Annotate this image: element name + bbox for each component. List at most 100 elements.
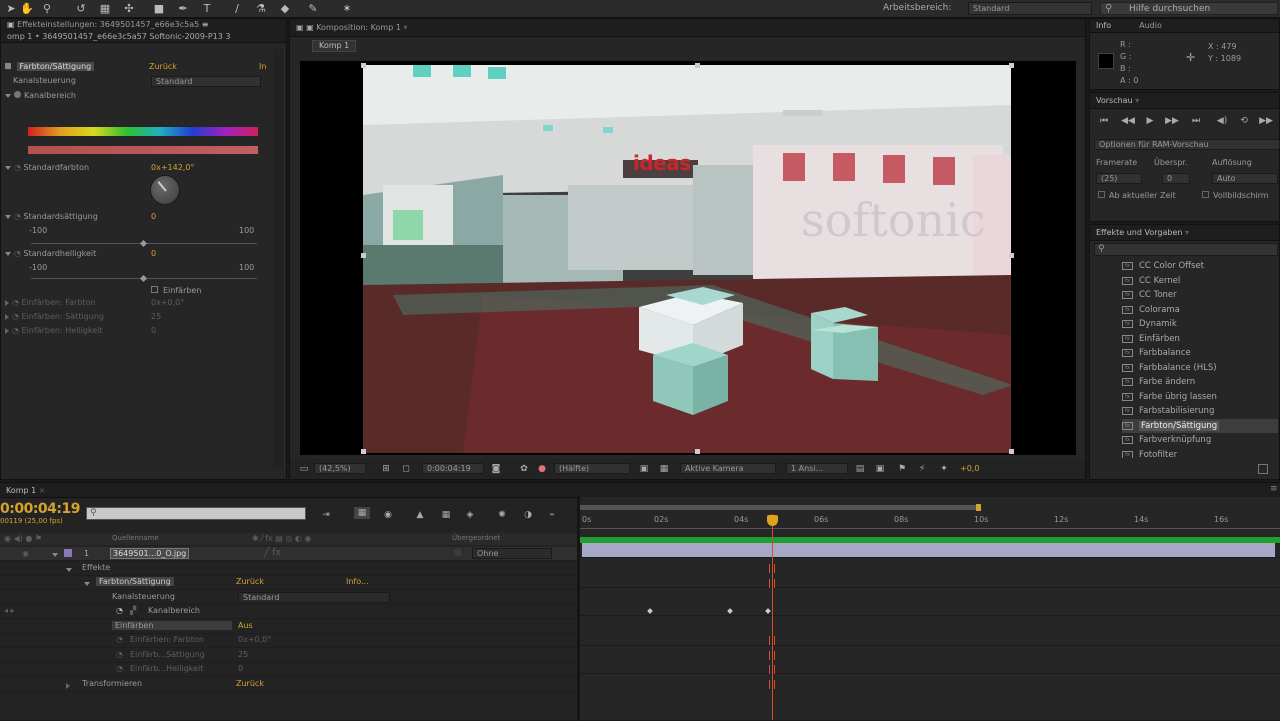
hue-dial[interactable]: [150, 175, 180, 205]
effect-item-colorama[interactable]: fx Colorama: [1122, 303, 1180, 317]
loop-icon[interactable]: ⟲: [1236, 115, 1252, 127]
timeline-effect-info[interactable]: Info...: [346, 577, 369, 586]
from-current-checkbox[interactable]: Ab aktueller Zeit: [1098, 190, 1176, 202]
effect-item-farbverknuepfung[interactable]: fx Farbverknüpfung: [1122, 433, 1211, 447]
stopwatch-icon[interactable]: ◔: [116, 650, 123, 659]
pickwhip-icon[interactable]: ◎: [454, 548, 462, 558]
exposure-value[interactable]: +0,0: [960, 464, 979, 473]
hide-shy-icon[interactable]: ▲: [412, 509, 428, 521]
timeline-tab[interactable]: Komp 1: [6, 486, 36, 495]
keyframe-nav-icon[interactable]: ◂ ▸: [4, 606, 15, 615]
workspace-dropdown[interactable]: Standard: [968, 2, 1092, 15]
effect-item-farbbalance[interactable]: fx Farbbalance: [1122, 346, 1191, 360]
layer-handle-tr[interactable]: [1009, 63, 1014, 68]
show-snapshot-icon[interactable]: ✿: [516, 463, 532, 475]
tl-colorize-value[interactable]: Aus: [238, 621, 253, 630]
layer-switch-icons[interactable]: ╱ fx: [264, 548, 281, 558]
effect-item-farbbalance-hls[interactable]: fx Farbbalance (HLS): [1122, 361, 1217, 375]
timeline-effect-reset[interactable]: Zurück: [236, 577, 264, 586]
flowchart-icon[interactable]: ⚡: [914, 463, 930, 475]
toggle-pixel-aspect-icon[interactable]: ▣: [872, 463, 888, 475]
stopwatch-icon[interactable]: ◔: [116, 606, 123, 615]
composition-tab[interactable]: ▣ ▣ Komposition: Komp 1 ▾: [290, 19, 1085, 37]
transform-row[interactable]: Transformieren Zurück: [0, 678, 577, 692]
effect-controls-scrollbar[interactable]: [273, 49, 283, 469]
layer-duration-bar[interactable]: [582, 543, 1275, 557]
colorize-checkbox-row[interactable]: Einfärben: [151, 285, 201, 297]
time-ruler[interactable]: [580, 513, 1280, 529]
puppet-tool-icon[interactable]: ✶: [340, 2, 354, 16]
effects-presets-tab[interactable]: Effekte und Vorgaben: [1096, 228, 1182, 237]
brush-tool-icon[interactable]: ∕: [230, 2, 244, 16]
layer-label-color[interactable]: [64, 549, 72, 557]
auto-keyframe-icon[interactable]: ◑: [520, 509, 536, 521]
reset-exposure-icon[interactable]: ✦: [936, 463, 952, 475]
camera-dropdown[interactable]: Aktive Kamera: [680, 463, 776, 474]
effect-item-farbton-saettigung[interactable]: fx Farbton/Sättigung: [1122, 419, 1278, 433]
comp-timecode[interactable]: 0:00:04:19: [422, 463, 484, 474]
audio-tab[interactable]: Audio: [1139, 21, 1162, 30]
master-sat-slider-handle[interactable]: [139, 239, 148, 248]
effect-item-cc-color-offset[interactable]: fx CC Color Offset: [1122, 259, 1204, 273]
master-hue-value[interactable]: 0x+142,0°: [151, 162, 194, 174]
views-dropdown[interactable]: 1 Ansi...: [786, 463, 848, 474]
timeline-menu-icon[interactable]: ≡: [1270, 484, 1280, 494]
rectangle-tool-icon[interactable]: ■: [152, 2, 166, 16]
effect-controls-tab[interactable]: ▣ Effekteinstellungen: 3649501457_e66e3c…: [7, 19, 286, 31]
work-area-end-handle[interactable]: [976, 504, 981, 511]
view-layout-icon[interactable]: ▤: [852, 463, 868, 475]
preview-tab[interactable]: Vorschau: [1096, 96, 1133, 105]
brainstorm-icon[interactable]: ✺: [494, 509, 510, 521]
fast-previews-icon[interactable]: ⚑: [894, 463, 910, 475]
next-frame-icon[interactable]: ▶▶: [1164, 115, 1180, 127]
effect-item-cc-toner[interactable]: fx CC Toner: [1122, 288, 1177, 302]
ram-preview-options[interactable]: Optionen für RAM-Vorschau: [1094, 139, 1280, 150]
colorize-tl-row[interactable]: Einfärben Aus: [0, 620, 577, 634]
stamp-tool-icon[interactable]: ⚗: [254, 2, 268, 16]
timecode-jump-icon[interactable]: ⇥: [318, 509, 334, 521]
layer-handle-bm[interactable]: [695, 449, 700, 454]
eraser-tool-icon[interactable]: ◆: [278, 2, 292, 16]
skip-dropdown[interactable]: 0: [1162, 173, 1190, 184]
comp-chip[interactable]: Komp 1: [312, 40, 357, 52]
help-search-field[interactable]: ⚲ Hilfe durchsuchen: [1100, 2, 1278, 15]
layer-handle-bl[interactable]: [361, 449, 366, 454]
colorize-sat-tl-row[interactable]: ◔ Einfärb...Sättigung 25: [0, 649, 577, 663]
effect-item-farbe-aendern[interactable]: fx Farbe ändern: [1122, 375, 1195, 389]
zoom-tool-icon[interactable]: ⚲: [40, 2, 54, 16]
colorize-light-tl-row[interactable]: ◔ Einfärb...Helligkeit 0: [0, 663, 577, 677]
effect-header[interactable]: Farbton/Sättigung: [5, 61, 95, 73]
effect-item-cc-kernel[interactable]: fx CC Kernel: [1122, 274, 1180, 288]
mask-visibility-icon[interactable]: ◻: [398, 463, 414, 475]
first-frame-icon[interactable]: ⏮: [1096, 115, 1112, 127]
timeline-timecode[interactable]: 0:00:04:19: [0, 501, 80, 517]
layer-handle-br[interactable]: [1009, 449, 1014, 454]
parent-dropdown[interactable]: Ohne: [472, 548, 552, 559]
layer-row[interactable]: ◉ 1 3649501...0_O.jpg ╱ fx ◎ Ohne: [0, 547, 577, 561]
effect-info-link[interactable]: In: [259, 61, 266, 73]
text-tool-icon[interactable]: T: [200, 2, 214, 16]
effects-group-row[interactable]: Effekte: [0, 562, 577, 576]
snapshot-icon[interactable]: ◙: [488, 463, 504, 475]
fullscreen-checkbox[interactable]: Vollbildschirm: [1202, 190, 1269, 202]
master-light-value[interactable]: 0: [151, 248, 156, 260]
master-light-slider-handle[interactable]: [139, 274, 148, 283]
roto-brush-tool-icon[interactable]: ✎: [306, 2, 320, 16]
region-of-interest-icon[interactable]: ▣: [636, 463, 652, 475]
new-folder-icon[interactable]: [1258, 464, 1268, 474]
effects-search-input[interactable]: ⚲: [1094, 243, 1278, 256]
layer-handle-tl[interactable]: [361, 63, 366, 68]
channel-control-row[interactable]: Kanalsteuerung Standard: [0, 591, 577, 605]
mute-icon[interactable]: ◀): [1214, 115, 1230, 127]
comp-mini-flowchart-icon[interactable]: ▦: [354, 507, 370, 519]
effect-item-farbstabilisierung[interactable]: fx Farbstabilisierung: [1122, 404, 1214, 418]
channel-range-row[interactable]: Kanalbereich: [5, 90, 76, 102]
layer-name[interactable]: 3649501...0_O.jpg: [110, 548, 190, 559]
stopwatch-icon[interactable]: [14, 91, 21, 98]
ram-preview-icon[interactable]: ▶▶: [1258, 115, 1274, 127]
effect-item-einfaerben[interactable]: fx Einfärben: [1122, 332, 1180, 346]
parent-header[interactable]: Übergeordnet: [452, 534, 500, 542]
play-icon[interactable]: ▶: [1142, 115, 1158, 127]
always-preview-icon[interactable]: ▭: [296, 463, 312, 475]
transparency-grid-icon[interactable]: ▦: [656, 463, 672, 475]
